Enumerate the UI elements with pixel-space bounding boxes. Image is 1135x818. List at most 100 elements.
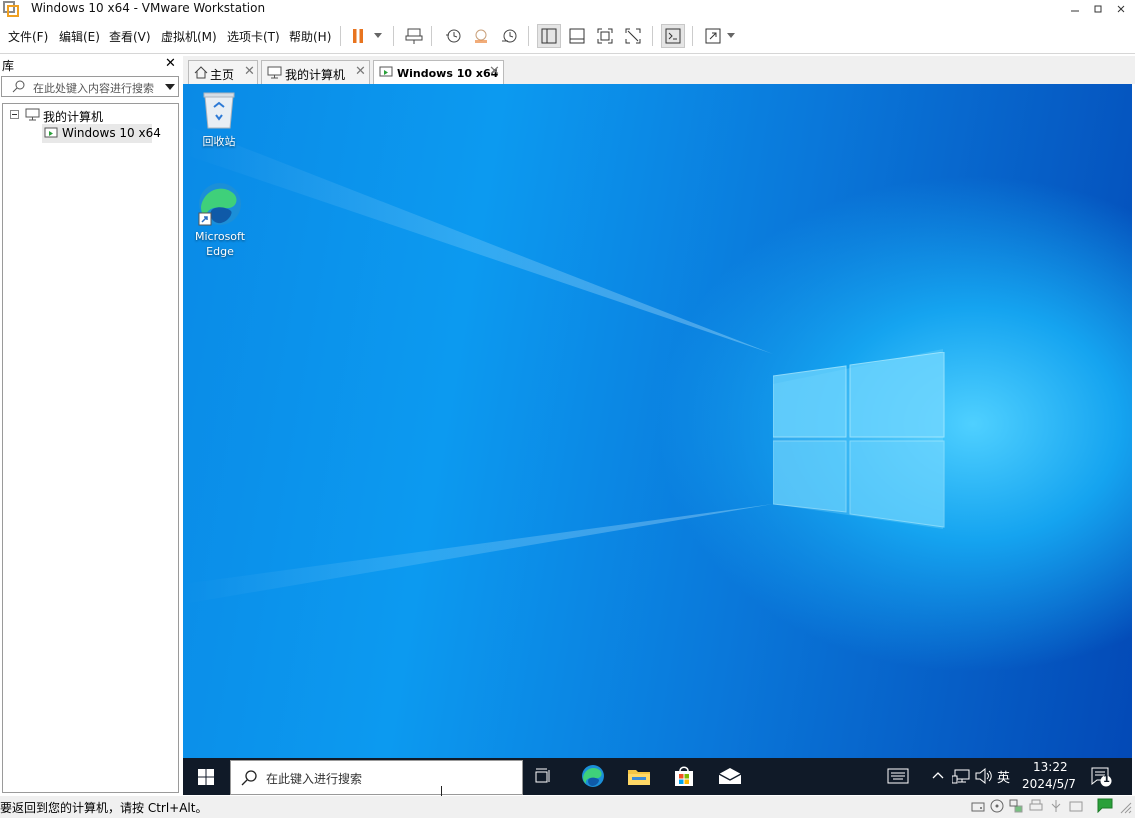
keyboard-icon[interactable] xyxy=(887,768,909,784)
home-icon xyxy=(194,66,208,79)
network-icon[interactable] xyxy=(952,768,970,784)
tab-my-computer[interactable]: 我的计算机 ✕ xyxy=(261,60,370,84)
recycle-bin-icon xyxy=(201,90,239,130)
taskbar-search-placeholder: 在此键入进行搜索 xyxy=(266,772,363,786)
windows-start-icon xyxy=(198,768,214,785)
taskbar-search-input[interactable]: 在此键入进行搜索 xyxy=(230,760,523,796)
send-ctrl-alt-del-icon[interactable] xyxy=(402,24,426,48)
library-close-icon[interactable]: ✕ xyxy=(165,56,176,71)
tab-close-icon[interactable]: ✕ xyxy=(355,64,366,79)
tab-windows-10-label: Windows 10 x64 xyxy=(397,67,499,80)
monitor-icon xyxy=(267,66,282,79)
pause-icon[interactable] xyxy=(348,24,368,48)
mail-icon[interactable] xyxy=(718,768,742,785)
recycle-bin-label: 回收站 xyxy=(202,135,236,148)
stretch-guest-icon[interactable] xyxy=(701,24,725,48)
minimize-button[interactable] xyxy=(1063,0,1087,17)
full-screen-icon[interactable] xyxy=(593,24,617,48)
library-search-input[interactable]: 在此处键入内容进行搜索 xyxy=(1,76,179,97)
menu-toolbar: 文件(F) 编辑(E) 查看(V) 虚拟机(M) 选项卡(T) 帮助(H) xyxy=(0,20,1135,52)
vm-icon xyxy=(44,127,58,140)
window-title: Windows 10 x64 - VMware Workstation xyxy=(31,1,266,15)
status-bar: 要返回到您的计算机，请按 Ctrl+Alt。 xyxy=(0,796,1135,818)
snapshot-manager-icon[interactable] xyxy=(497,24,521,48)
guest-taskbar: 在此键入进行搜索 英 13:22 2024/5/7 1 xyxy=(183,758,1132,796)
message-log-icon[interactable] xyxy=(1097,798,1113,813)
toolbar-separator xyxy=(692,26,693,46)
volume-icon[interactable] xyxy=(975,768,993,784)
library-header: 库 ✕ xyxy=(0,56,181,74)
notification-count: 1 xyxy=(1103,774,1110,785)
library-tree: 我的计算机 Windows 10 x64 xyxy=(2,103,179,793)
tab-close-icon[interactable]: ✕ xyxy=(244,64,255,79)
edge-label-line2: Edge xyxy=(206,245,234,258)
usb-icon[interactable] xyxy=(1049,799,1063,813)
resize-grip-icon[interactable] xyxy=(1120,802,1132,814)
search-icon xyxy=(12,80,26,94)
menu-tabs[interactable]: 选项卡(T) xyxy=(227,28,280,45)
text-cursor-icon xyxy=(441,786,447,796)
tree-item-my-computer[interactable]: 我的计算机 xyxy=(43,108,103,125)
toolbar-separator xyxy=(393,26,394,46)
toolbar-divider xyxy=(0,53,1135,54)
search-icon xyxy=(241,770,257,786)
printer-icon[interactable] xyxy=(1029,799,1043,813)
guest-desktop[interactable]: 回收站 Microsoft Edge xyxy=(183,84,1132,758)
toolbar-separator xyxy=(340,26,341,46)
thumbnail-bar-icon[interactable] xyxy=(565,24,589,48)
windows-logo-wallpaper xyxy=(773,352,945,528)
task-view-icon[interactable] xyxy=(535,768,553,784)
library-search-placeholder: 在此处键入内容进行搜索 xyxy=(33,82,154,95)
menu-view[interactable]: 查看(V) xyxy=(109,28,151,45)
vm-icon xyxy=(379,66,393,79)
tree-item-windows-10: Windows 10 x64 xyxy=(62,126,161,140)
clock-time[interactable]: 13:22 xyxy=(1033,760,1068,774)
power-dropdown-icon[interactable] xyxy=(370,24,386,48)
sound-card-icon[interactable] xyxy=(1069,799,1083,813)
clock-date[interactable]: 2024/5/7 xyxy=(1021,777,1077,791)
maximize-button[interactable] xyxy=(1086,0,1110,17)
status-message: 要返回到您的计算机，请按 Ctrl+Alt。 xyxy=(0,801,208,815)
menu-file[interactable]: 文件(F) xyxy=(8,28,48,45)
tab-home-label: 主页 xyxy=(210,68,235,82)
chevron-up-icon[interactable] xyxy=(932,771,944,779)
close-window-button[interactable] xyxy=(1109,0,1133,17)
desktop-icon-recycle-bin[interactable]: 回收站 xyxy=(199,90,239,149)
network-adapter-icon[interactable] xyxy=(1009,799,1023,813)
cd-dvd-icon[interactable] xyxy=(990,799,1004,813)
revert-snapshot-icon[interactable] xyxy=(469,24,493,48)
tab-my-computer-label: 我的计算机 xyxy=(285,68,346,82)
toolbar-separator xyxy=(431,26,432,46)
menu-edit[interactable]: 编辑(E) xyxy=(59,28,100,45)
toolbar-separator xyxy=(528,26,529,46)
vmware-logo-icon xyxy=(3,1,19,17)
wallpaper-beams xyxy=(183,124,943,604)
tab-close-icon[interactable]: ✕ xyxy=(489,64,500,79)
library-title: 库 xyxy=(2,59,15,73)
show-library-icon[interactable] xyxy=(537,24,561,48)
snapshot-icon[interactable] xyxy=(441,24,465,48)
unity-mode-icon[interactable] xyxy=(621,24,645,48)
stretch-dropdown-icon[interactable] xyxy=(724,24,738,48)
tree-collapse-icon[interactable] xyxy=(10,110,19,119)
menu-help[interactable]: 帮助(H) xyxy=(289,28,331,45)
store-icon[interactable] xyxy=(674,765,694,787)
edge-taskbar-icon[interactable] xyxy=(581,764,605,788)
file-explorer-icon[interactable] xyxy=(628,767,650,786)
ime-indicator[interactable]: 英 xyxy=(997,767,1010,786)
toolbar-separator xyxy=(652,26,653,46)
tree-item-selected[interactable]: Windows 10 x64 xyxy=(42,124,161,143)
search-dropdown-icon[interactable] xyxy=(165,84,175,90)
title-bar: Windows 10 x64 - VMware Workstation xyxy=(0,0,1135,18)
monitor-icon xyxy=(25,108,40,121)
edge-label-line1: Microsoft xyxy=(194,230,246,243)
edge-icon xyxy=(197,181,251,227)
tab-home[interactable]: 主页 ✕ xyxy=(188,60,258,84)
tab-strip: 主页 ✕ 我的计算机 ✕ Windows 10 x64 ✕ xyxy=(183,56,1135,85)
tab-windows-10[interactable]: Windows 10 x64 ✕ xyxy=(373,60,504,85)
desktop-icon-edge[interactable]: Microsoft Edge xyxy=(189,181,251,259)
menu-vm[interactable]: 虚拟机(M) xyxy=(161,28,217,45)
hard-disk-icon[interactable] xyxy=(971,800,985,813)
console-view-icon[interactable] xyxy=(661,24,685,48)
start-button[interactable] xyxy=(183,758,229,795)
